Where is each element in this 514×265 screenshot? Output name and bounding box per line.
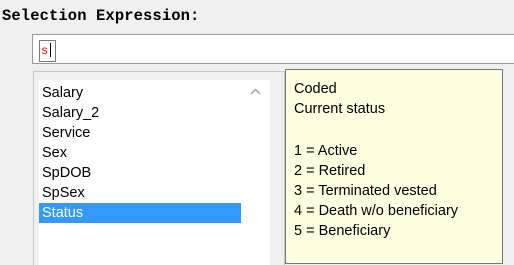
suggestion-item-spsex[interactable]: SpSex [39,183,241,203]
expression-text[interactable]: s [39,40,57,62]
suggestion-item-sex[interactable]: Sex [39,143,241,163]
suggestion-scrollbar[interactable] [241,80,270,265]
tooltip-code-line: 4 = Death w/o beneficiary [294,203,459,219]
tooltip-field-description: Current status [294,101,386,117]
chevron-up-icon[interactable] [249,84,262,95]
tooltip-code-line: 1 = Active [294,143,358,159]
suggestion-item-spdob[interactable]: SpDOB [39,163,241,183]
suggestion-item-service[interactable]: Service [39,123,241,143]
suggestion-list[interactable]: Salary Salary_2 Service Sex SpDOB SpSex … [39,80,270,265]
selection-expression-input[interactable]: s [32,34,514,64]
suggestion-item-salary[interactable]: Salary [39,83,241,103]
field-info-tooltip: Coded Current status 1 = Active 2 = Reti… [285,69,503,264]
suggestion-item-status[interactable]: Status [39,203,241,223]
tooltip-code-line: 3 = Terminated vested [294,183,437,199]
suggestion-item-salary-2[interactable]: Salary_2 [39,103,241,123]
expression-value: s [41,44,49,58]
background-panel-edge [503,71,514,265]
tooltip-field-type: Coded [294,81,337,97]
text-cursor [50,42,52,57]
selection-expression-label: Selection Expression: [2,7,200,25]
tooltip-code-line: 2 = Retired [294,163,366,179]
tooltip-code-line: 5 = Beneficiary [294,223,391,239]
